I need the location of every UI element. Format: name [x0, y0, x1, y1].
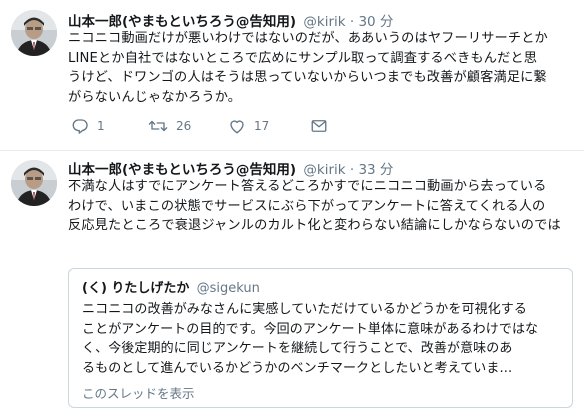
tweet-text-line: がらないんじゃなかろうか。 — [68, 89, 242, 105]
tweet-text-line: 不満な人はすでにアンケート答えるどころかすでにニコニコ動画から去っている — [68, 179, 547, 194]
quoted-text-line: ニコニコの改善がみなさんに実感していただけているかどうかを可視化する — [82, 302, 528, 317]
like-button[interactable]: 17 — [228, 117, 269, 135]
retweet-button[interactable]: 26 — [148, 117, 191, 135]
retweet-icon — [148, 120, 168, 132]
quoted-author-name: (く) りたしげたか — [82, 281, 190, 296]
tweet-header: 山本一郎(やまもといちろう@告知用) @kirik · 30 分 — [68, 10, 393, 30]
tweet-text-line: うけど、ドワンゴの人はそうは思っていないからいつまでも改善が顧客満足に繋 — [68, 70, 547, 85]
author-handle[interactable]: @kirik — [303, 14, 345, 30]
quoted-tweet-header: (く) りたしげたか @sigekun — [82, 277, 260, 296]
envelope-icon — [311, 120, 327, 132]
tweet[interactable]: 山本一郎(やまもといちろう@告知用) @kirik · 30 分 ニコニコ動画だ… — [0, 0, 584, 151]
avatar[interactable] — [11, 10, 57, 56]
tweet-actions: 1 26 17 — [68, 117, 368, 139]
reply-icon — [72, 119, 88, 134]
tweet-text-line: 反応見たところで衰退ジャンルのカルト化と変わらない結論にしかならないのでは — [68, 218, 561, 233]
tweet-text: ニコニコ動画だけが悪いわけではないのだが、ああいうのはヤフーリサーチとか LIN… — [68, 29, 574, 107]
tweet[interactable]: 山本一郎(やまもといちろう@告知用) @kirik · 33 分 不満な人はすで… — [0, 151, 584, 419]
separator: · — [349, 14, 355, 30]
timestamp[interactable]: 30 分 — [358, 14, 393, 30]
author-name[interactable]: 山本一郎(やまもといちろう@告知用) — [68, 14, 296, 30]
quoted-author-handle: @sigekun — [196, 281, 260, 296]
reply-button[interactable]: 1 — [71, 117, 105, 135]
tweet-text-line: ニコニコ動画だけが悪いわけではないのだが、ああいうのはヤフーリサーチとか — [68, 31, 548, 46]
timestamp[interactable]: 33 分 — [358, 162, 393, 178]
author-name[interactable]: 山本一郎(やまもといちろう@告知用) — [68, 162, 296, 178]
show-thread-link[interactable]: このスレッドを表示 — [82, 383, 195, 402]
retweet-count: 26 — [176, 119, 192, 133]
author-handle[interactable]: @kirik — [303, 162, 345, 178]
separator: · — [349, 162, 355, 178]
tweet-text-line: わけで、いまこの状態でサービスにぶら下がってアンケートに答えてくれる人の — [68, 198, 546, 214]
quoted-text-line: るものとして進んでいるかどうかのベンチマークとしたいと考えていま... — [82, 360, 513, 376]
heart-icon — [230, 120, 244, 134]
quoted-text-line: ことがアンケートの目的です。今回のアンケート単体に意味があるわけではな — [82, 321, 539, 337]
direct-message-button[interactable] — [310, 117, 328, 135]
reply-count: 1 — [97, 119, 105, 133]
avatar[interactable] — [11, 160, 57, 206]
quoted-tweet-text: ニコニコの改善がみなさんに実感していただけているかどうかを可視化する ことがアン… — [82, 300, 562, 378]
like-count: 17 — [254, 119, 270, 133]
tweet-header: 山本一郎(やまもといちろう@告知用) @kirik · 33 分 — [68, 158, 393, 178]
quoted-text-line: く、今後定期的に同じアンケートを継続して行うことで、改善が意味のあ — [82, 341, 513, 356]
tweet-text: 不満な人はすでにアンケート答えるどころかすでにニコニコ動画から去っている わけで… — [68, 177, 574, 236]
quoted-tweet[interactable]: (く) りたしげたか @sigekun ニコニコの改善がみなさんに実感していただ… — [68, 268, 573, 408]
tweet-text-line: LINEとか自社ではないところで広めにサンプル取って調査するべきもんだと思 — [68, 50, 538, 66]
